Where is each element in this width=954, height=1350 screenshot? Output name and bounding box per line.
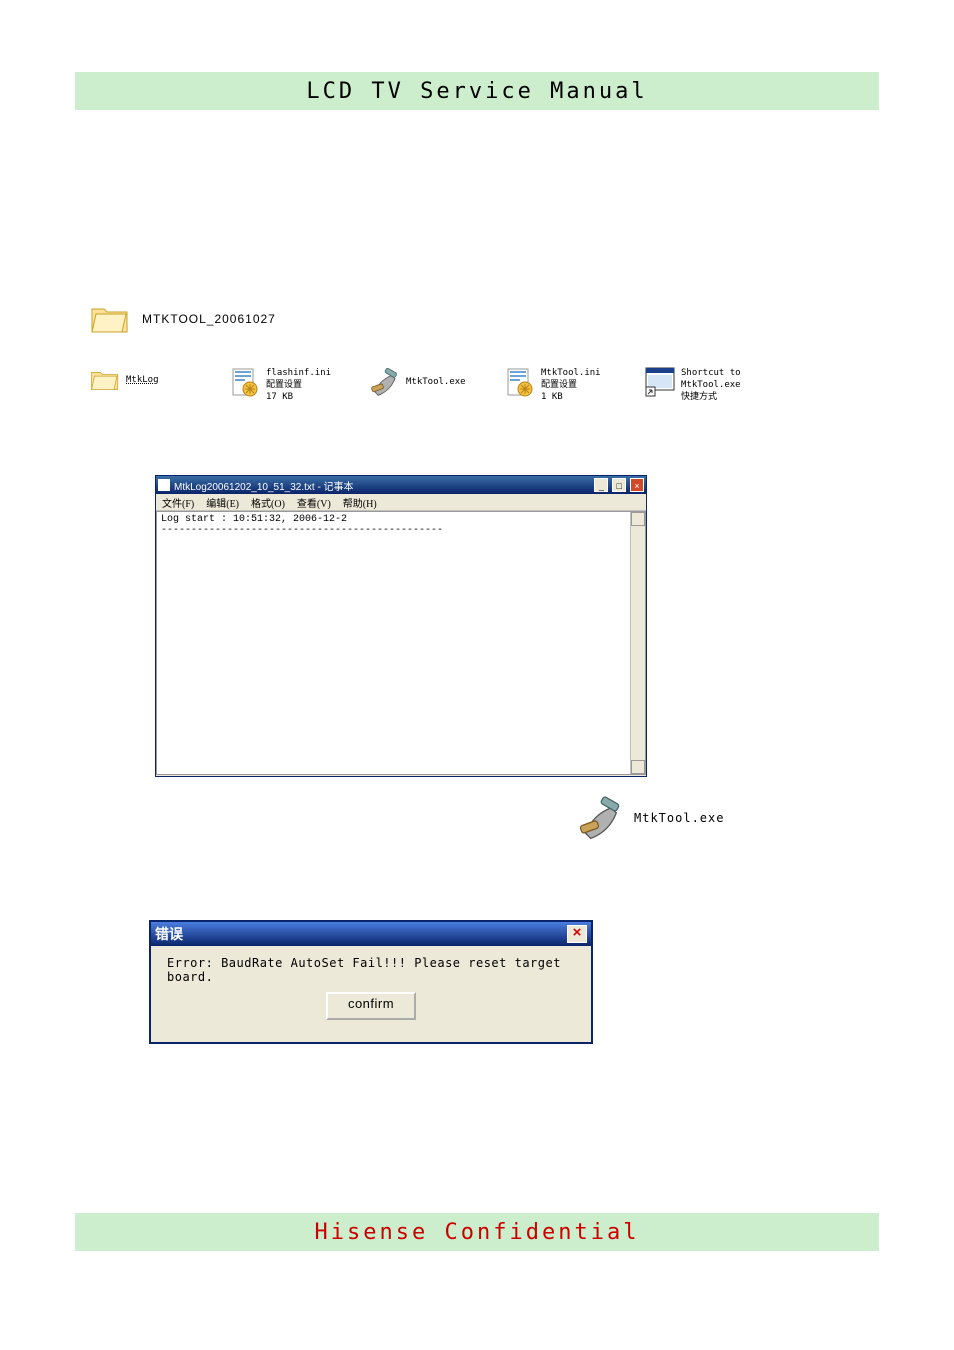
error-body: Error: BaudRate AutoSet Fail!!! Please r… [151,946,591,1030]
confirm-button[interactable]: confirm [326,992,416,1020]
close-button[interactable]: × [630,478,644,492]
ini-file-icon [505,367,535,397]
scroll-down-icon[interactable] [631,760,645,774]
mtktool-icon-large[interactable]: MtkTool.exe [578,795,724,841]
page-title: LCD TV Service Manual [306,79,647,104]
folder-open-icon [90,302,130,335]
files-row: MtkLog flashinf.ini 配置设置 17 KB [90,367,890,409]
footer-text: Hisense Confidential [315,1220,640,1245]
error-titlebar[interactable]: 错误 × [151,922,591,946]
file-line2: 配置设置 [266,379,331,391]
maximize-button[interactable]: □ [612,478,626,492]
menu-file[interactable]: 文件(F) [162,495,194,510]
file-item-mtktool-exe[interactable]: MtkTool.exe [370,367,466,397]
menu-view[interactable]: 查看(V) [297,495,331,510]
file-line1: MtkTool.ini [541,367,601,379]
folder-main-label: MTKTOOL_20061027 [142,312,276,326]
mtktool-label-large: MtkTool.exe [634,811,724,825]
page: LCD TV Service Manual MTKTOOL_20061027 M… [0,0,954,1350]
error-dialog: 错误 × Error: BaudRate AutoSet Fail!!! Ple… [149,920,593,1044]
file-item-mtklog-folder[interactable]: MtkLog [90,367,159,392]
scrollbar[interactable] [630,512,645,774]
page-footer: Hisense Confidential [75,1213,879,1251]
file-line3: 快捷方式 [681,391,741,403]
notepad-title-text: MtkLog20061202_10_51_32.txt - 记事本 [174,478,593,493]
menu-help[interactable]: 帮助(H) [343,495,377,510]
page-header: LCD TV Service Manual [75,72,879,110]
file-line3: 1 KB [541,391,601,403]
close-button[interactable]: × [567,925,587,943]
error-title-text: 错误 [155,924,567,944]
menu-format[interactable]: 格式(O) [251,495,285,510]
confirm-button-label: confirm [348,996,394,1011]
notepad-window: MtkLog20061202_10_51_32.txt - 记事本 _ □ × … [155,475,647,777]
folder-open-icon [90,367,120,392]
notepad-menubar: 文件(F) 编辑(E) 格式(O) 查看(V) 帮助(H) [156,494,646,511]
folder-item-main[interactable]: MTKTOOL_20061027 [90,302,276,335]
minimize-button[interactable]: _ [594,478,608,492]
notepad-content: Log start : 10:51:32, 2006-12-2 --------… [161,514,443,536]
menu-edit[interactable]: 编辑(E) [206,495,239,510]
file-label: MtkLog [126,375,159,385]
tool-exe-icon [370,367,400,397]
file-item-mtktool-ini[interactable]: MtkTool.ini 配置设置 1 KB [505,367,601,403]
file-item-flashinf-ini[interactable]: flashinf.ini 配置设置 17 KB [230,367,331,403]
file-label: MtkTool.exe [406,377,466,387]
notepad-titlebar[interactable]: MtkLog20061202_10_51_32.txt - 记事本 _ □ × [156,476,646,494]
ini-file-icon [230,367,260,397]
file-line1: flashinf.ini [266,367,331,379]
shortcut-icon [645,367,675,397]
file-item-shortcut[interactable]: Shortcut to MtkTool.exe 快捷方式 [645,367,741,403]
scroll-up-icon[interactable] [631,512,645,526]
tool-exe-icon [578,795,624,841]
notepad-textarea[interactable]: Log start : 10:51:32, 2006-12-2 --------… [156,511,646,775]
file-line3: 17 KB [266,391,331,403]
file-line2: 配置设置 [541,379,601,391]
file-line2: MtkTool.exe [681,379,741,391]
file-line1: Shortcut to [681,367,741,379]
document-icon [158,479,170,491]
error-message: Error: BaudRate AutoSet Fail!!! Please r… [167,956,575,984]
